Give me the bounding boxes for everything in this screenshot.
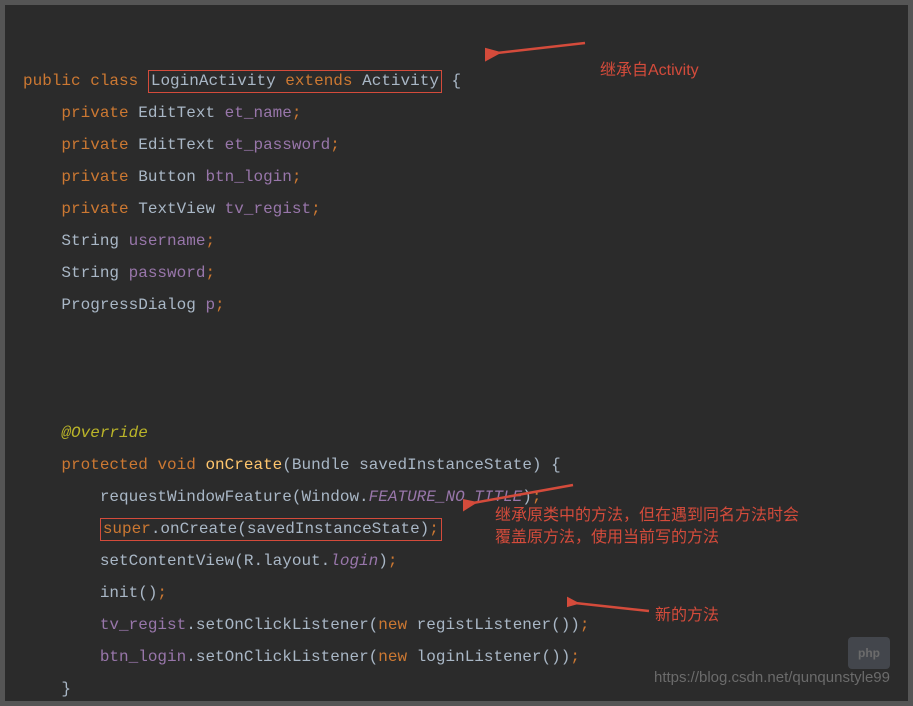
const-feature-no-title: FEATURE_NO_TITLE: [369, 488, 523, 506]
close-brace: }: [61, 680, 71, 698]
type-edittext: EditText: [138, 136, 215, 154]
call-requestwindowfeature: requestWindowFeature(Window.: [100, 488, 369, 506]
field-btn-login: btn_login: [205, 168, 291, 186]
annotation-super: 继承原类中的方法，但在遇到同名方法时会 覆盖原方法，使用当前写的方法: [495, 505, 799, 550]
kw-private: private: [61, 104, 128, 122]
registlistener: registListener()): [407, 616, 580, 634]
field-username: username: [129, 232, 206, 250]
code-block: public class LoginActivity extends Activ…: [5, 5, 908, 705]
annotation-super-line2: 覆盖原方法，使用当前写的方法: [495, 529, 719, 546]
annotation-inherit: 继承自Activity: [600, 55, 699, 87]
setonclicklistener: .setOnClickListener(: [186, 648, 378, 666]
kw-private: private: [61, 200, 128, 218]
method-oncreate: onCreate: [205, 456, 282, 474]
super-class: Activity: [362, 72, 439, 90]
class-name: LoginActivity: [151, 72, 276, 90]
semi: ;: [570, 648, 580, 666]
field-btn-login: btn_login: [100, 648, 186, 666]
close-paren: ): [378, 552, 388, 570]
semi: ;: [330, 136, 340, 154]
semi: ;: [388, 552, 398, 570]
kw-class: class: [90, 72, 138, 90]
kw-private: private: [61, 136, 128, 154]
type-string: String: [61, 264, 119, 282]
type-button: Button: [138, 168, 196, 186]
type-string: String: [61, 232, 119, 250]
field-password: password: [129, 264, 206, 282]
type-textview: TextView: [138, 200, 215, 218]
field-p: p: [205, 296, 215, 314]
field-tv-regist: tv_regist: [100, 616, 186, 634]
kw-private: private: [61, 168, 128, 186]
annotation-super-line1: 继承原类中的方法，但在遇到同名方法时会: [495, 507, 799, 524]
field-et-password: et_password: [225, 136, 331, 154]
kw-extends: extends: [285, 72, 352, 90]
semi: ;: [292, 168, 302, 186]
kw-public: public: [23, 72, 81, 90]
type-edittext: EditText: [138, 104, 215, 122]
close-paren: ): [522, 488, 532, 506]
semi: ;: [311, 200, 321, 218]
kw-new: new: [378, 616, 407, 634]
semi: ;: [215, 296, 225, 314]
call-init: init(): [100, 584, 158, 602]
call-setcontentview: setContentView(R.layout.: [100, 552, 330, 570]
super-oncreate: .onCreate(savedInstanceState): [151, 520, 429, 538]
super-call-box: super.onCreate(savedInstanceState);: [100, 518, 442, 541]
param-bundle: Bundle savedInstanceState: [292, 456, 532, 474]
annotation-override: @Override: [61, 424, 147, 442]
semi: ;: [532, 488, 542, 506]
semi: ;: [205, 232, 215, 250]
loginlistener: loginListener()): [407, 648, 570, 666]
layout-login: login: [330, 552, 378, 570]
semi: ;: [157, 584, 167, 602]
kw-new: new: [378, 648, 407, 666]
setonclicklistener: .setOnClickListener(: [186, 616, 378, 634]
type-progressdialog: ProgressDialog: [61, 296, 195, 314]
open-brace: {: [442, 72, 461, 90]
class-decl-box: LoginActivity extends Activity: [148, 70, 442, 93]
field-tv-regist: tv_regist: [225, 200, 311, 218]
kw-protected: protected: [61, 456, 147, 474]
semi: ;: [429, 520, 439, 538]
semi: ;: [292, 104, 302, 122]
semi: ;: [580, 616, 590, 634]
annotation-newmethod: 新的方法: [655, 600, 719, 632]
semi: ;: [205, 264, 215, 282]
kw-void: void: [157, 456, 195, 474]
field-et-name: et_name: [225, 104, 292, 122]
kw-super: super: [103, 520, 151, 538]
watermark-url: https://blog.csdn.net/qunqunstyle99: [654, 663, 890, 693]
